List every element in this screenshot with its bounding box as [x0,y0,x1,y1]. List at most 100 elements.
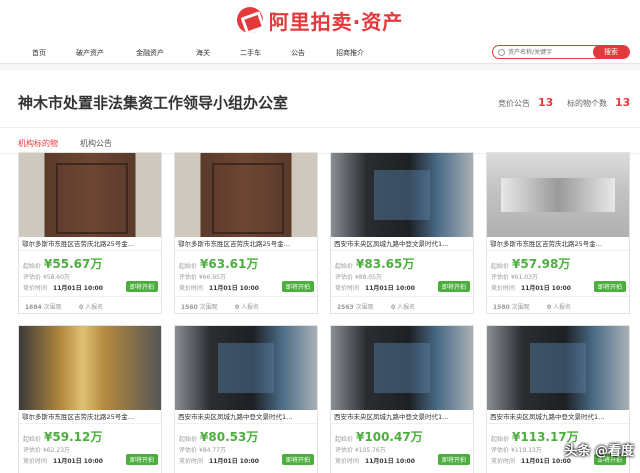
lot-card[interactable]: 西安市未央区凤城九路中登文景时代1... 起始价 ¥83.65万 评估价 ¥88.… [330,152,474,314]
auction-time-label: 竞价时间 [23,285,48,292]
signup-count: 0 人报名 [547,304,572,311]
eval-price-label: 评估价 [179,447,198,454]
stat-lot-count: 标的物个数 13 [567,96,630,109]
lot-photo[interactable] [19,153,161,237]
start-price: ¥57.98万 [512,257,571,271]
auction-time-label: 竞价时间 [335,285,360,292]
nav-item-notices[interactable]: 公告 [291,48,305,58]
auction-time-label: 竞价时间 [23,458,48,465]
auction-time: 11月01日 10:00 [53,285,103,292]
signup-count: 0 人报名 [391,304,416,311]
lot-address[interactable]: 鄂尔多斯市东胜区吉劳庆北路25号金... [487,237,629,251]
lot-card[interactable]: 鄂尔多斯市东胜区吉劳庆北路25号金... 起始价 ¥55.67万 评估价 ¥58.… [18,152,162,314]
lot-address[interactable]: 鄂尔多斯市东胜区吉劳庆北路25号金... [19,410,161,424]
start-price-row: 起始价 ¥100.47万 [335,428,423,445]
lot-photo[interactable] [19,326,161,410]
start-price-label: 起始价 [23,436,42,443]
logo-text[interactable]: 阿里拍卖·资产 [269,6,404,35]
lot-card[interactable]: 西安市未央区凤城九路中登文景时代1... 起始价 ¥80.53万 评估价 ¥84.… [174,325,318,473]
upcoming-badge[interactable]: 即将开拍 [125,281,158,292]
auction-time-label: 竞价时间 [179,458,204,465]
search-box: 搜索 [492,45,630,59]
auction-time-label: 竞价时间 [491,458,516,465]
lot-card[interactable]: 鄂尔多斯市东胜区吉劳庆北路25号金... 起始价 ¥59.12万 评估价 ¥62.… [18,325,162,473]
lot-card[interactable]: 鄂尔多斯市东胜区吉劳庆北路25号金... 起始价 ¥57.98万 评估价 ¥61.… [486,152,630,314]
brand-bar: 阿里拍卖·资产 [0,0,640,40]
start-price-row: 起始价 ¥57.98万 [491,255,570,272]
eval-price-row: 评估价 ¥105.76万 [335,445,386,454]
lot-address[interactable]: 鄂尔多斯市东胜区吉劳庆北路25号金... [175,237,317,251]
upcoming-badge[interactable]: 即将开拍 [437,454,470,465]
eval-price-row: 评估价 ¥62.23万 [23,445,70,454]
start-price-label: 起始价 [23,263,42,270]
upcoming-badge[interactable]: 即将开拍 [281,454,314,465]
eval-price: ¥88.05万 [354,274,382,281]
upcoming-badge[interactable]: 即将开拍 [125,454,158,465]
lot-address[interactable]: 鄂尔多斯市东胜区吉劳庆北路25号金... [19,237,161,251]
start-price: ¥63.61万 [200,257,259,271]
search-input[interactable] [505,46,593,58]
lot-photo[interactable] [487,153,629,237]
start-price-label: 起始价 [491,436,510,443]
auction-time-row: 竞价时间 11月01日 10:00 [491,456,571,465]
auction-time-label: 竞价时间 [179,285,204,292]
auction-time-row: 竞价时间 11月01日 10:00 [23,456,103,465]
auction-time-row: 竞价时间 11月01日 10:00 [179,283,259,292]
main-nav: 首页 破产资产 金融资产 海关 二手车 公告 招商推介 搜索 [0,40,640,64]
start-price-label: 起始价 [335,436,354,443]
lot-address[interactable]: 西安市未央区凤城九路中登文景时代1... [175,410,317,424]
eval-price: ¥84.77万 [198,447,226,454]
auction-time-row: 竞价时间 11月01日 10:00 [491,283,571,292]
lot-photo[interactable] [175,153,317,237]
nav-item-bankruptcy[interactable]: 破产资产 [76,48,104,58]
lot-photo[interactable] [331,326,473,410]
lot-photo[interactable] [175,326,317,410]
start-price-label: 起始价 [491,263,510,270]
lot-card[interactable]: 西安市未央区凤城九路中登文景时代1... 起始价 ¥100.47万 评估价 ¥10… [330,325,474,473]
lot-address[interactable]: 西安市未央区凤城九路中登文景时代1... [331,237,473,251]
eval-price-row: 评估价 ¥66.95万 [179,272,226,281]
watermark: 头条 @看度 [564,444,634,459]
start-price: ¥83.65万 [356,257,415,271]
search-button[interactable]: 搜索 [593,46,629,58]
lot-photo[interactable] [487,326,629,410]
search-icon [498,48,505,56]
eval-price: ¥119.13万 [510,447,542,454]
eval-price: ¥66.95万 [198,274,226,281]
nav-item-investment[interactable]: 招商推介 [336,48,364,58]
start-price-label: 起始价 [179,436,198,443]
nav-item-used-cars[interactable]: 二手车 [240,48,261,58]
tab-bar: 机构标的物 机构公告 [0,128,640,154]
nav-item-financial[interactable]: 金融资产 [136,48,164,58]
start-price-label: 起始价 [335,263,354,270]
auction-time: 11月01日 10:00 [209,458,259,465]
view-count: 1684 次围观 [25,304,62,311]
upcoming-badge[interactable]: 即将开拍 [437,281,470,292]
eval-price-label: 评估价 [491,274,510,281]
lot-address[interactable]: 西安市未央区凤城九路中登文景时代1... [331,410,473,424]
tab-org-lots[interactable]: 机构标的物 [18,138,58,149]
page-title: 神木市处置非法集资工作领导小组办公室 [18,94,289,112]
lot-card[interactable]: 鄂尔多斯市东胜区吉劳庆北路25号金... 起始价 ¥63.61万 评估价 ¥66.… [174,152,318,314]
stat-label: 标的物个数 [567,99,607,108]
eval-price-label: 评估价 [491,447,510,454]
start-price: ¥100.47万 [356,430,423,444]
auction-time: 11月01日 10:00 [365,458,415,465]
stat-label: 竞价公告 [498,99,530,108]
upcoming-badge[interactable]: 即将开拍 [593,281,626,292]
start-price-row: 起始价 ¥83.65万 [335,255,414,272]
start-price-row: 起始价 ¥63.61万 [179,255,258,272]
start-price-row: 起始价 ¥59.12万 [23,428,102,445]
auction-time: 11月01日 10:00 [521,458,571,465]
tab-org-notices[interactable]: 机构公告 [80,138,112,149]
eval-price: ¥58.60万 [42,274,70,281]
upcoming-badge[interactable]: 即将开拍 [281,281,314,292]
auction-time-row: 竞价时间 11月01日 10:00 [335,456,415,465]
auction-time-row: 竞价时间 11月01日 10:00 [335,283,415,292]
stat-value: 13 [538,96,554,109]
logo-icon[interactable] [236,7,263,33]
lot-address[interactable]: 西安市未央区凤城九路中登文景时代1... [487,410,629,424]
nav-item-customs[interactable]: 海关 [196,48,210,58]
nav-item-home[interactable]: 首页 [32,48,46,58]
lot-photo[interactable] [331,153,473,237]
